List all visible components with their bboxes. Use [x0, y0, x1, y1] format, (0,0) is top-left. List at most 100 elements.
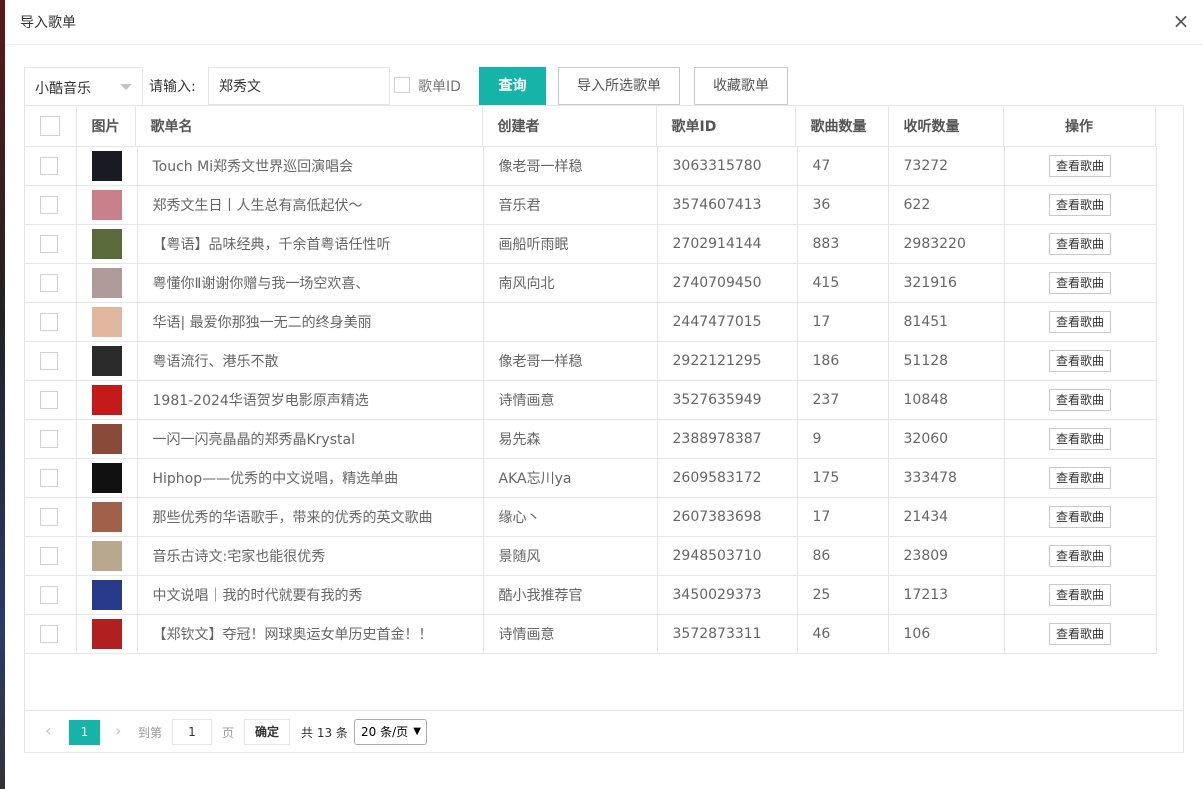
row-listen-count: 333478 [888, 458, 1005, 498]
header-image: 图片 [76, 106, 136, 147]
row-checkbox[interactable] [40, 352, 58, 370]
row-playlist-id: 2607383698 [657, 497, 798, 537]
row-creator: 像老哥一样稳 [483, 146, 658, 186]
favorite-playlist-button[interactable]: 收藏歌单 [694, 67, 788, 105]
prev-page-icon[interactable]: ‹ [45, 721, 51, 740]
row-image-cell [76, 146, 138, 186]
header-playlist-id: 歌单ID [656, 106, 796, 147]
view-songs-button[interactable]: 查看歌曲 [1048, 506, 1111, 528]
row-listen-count: 17213 [888, 575, 1005, 615]
row-checkbox[interactable] [40, 625, 58, 643]
total-count: 共 13 条 [301, 726, 348, 740]
goto-page-input[interactable]: 1 [172, 719, 212, 745]
row-action-cell: 查看歌曲 [1004, 341, 1157, 381]
row-listen-count: 21434 [888, 497, 1005, 537]
table-row: 那些优秀的华语歌手，带来的优秀的英文歌曲 缘心丶 2607383698 17 21434… [25, 497, 1157, 537]
table-row: 华语| 最爱你那独一无二的终身美丽 2447477015 17 81451 查看歌曲 [25, 302, 1157, 342]
table-row: 粤语流行、港乐不散 像老哥一样稳 2922121295 186 51128 查看歌曲 [25, 341, 1157, 381]
row-checkbox[interactable] [40, 313, 58, 331]
row-playlist-name: Touch Mi郑秀文世界巡回演唱会 [137, 146, 484, 186]
header-song-count: 歌曲数量 [795, 106, 889, 147]
music-source-select[interactable]: 小酷音乐 [24, 67, 143, 105]
music-source-value: 小酷音乐 [35, 81, 91, 97]
row-checkbox[interactable] [40, 586, 58, 604]
view-songs-button[interactable]: 查看歌曲 [1048, 584, 1111, 606]
row-action-cell: 查看歌曲 [1004, 146, 1157, 186]
pagination: ‹ 1 › 到第 1 页 确定 共 13 条 20 条/页 ▼ [25, 710, 1183, 752]
table-header: 图片 歌单名 创建者 歌单ID 歌曲数量 收听数量 操作 [25, 106, 1156, 147]
row-checkbox[interactable] [40, 547, 58, 565]
row-playlist-name: 那些优秀的华语歌手，带来的优秀的英文歌曲 [137, 497, 484, 537]
row-checkbox[interactable] [40, 196, 58, 214]
row-listen-count: 106 [888, 614, 1005, 654]
view-songs-button[interactable]: 查看歌曲 [1048, 311, 1111, 333]
playlist-id-checkbox-label[interactable]: 歌单ID [418, 76, 461, 96]
row-song-count: 36 [797, 185, 889, 225]
row-action-cell: 查看歌曲 [1004, 263, 1157, 303]
view-songs-button[interactable]: 查看歌曲 [1048, 350, 1111, 372]
row-image-cell [76, 380, 138, 420]
row-creator [483, 302, 658, 342]
goto-label: 到第 [138, 726, 163, 740]
page-1-button[interactable]: 1 [69, 720, 100, 745]
page-size-select[interactable]: 20 条/页 ▼ [354, 719, 427, 745]
row-action-cell: 查看歌曲 [1004, 302, 1157, 342]
table-row: 中文说唱｜我的时代就要有我的秀 酷小我推荐官 3450029373 25 17213 查看… [25, 575, 1157, 615]
row-select-cell [25, 419, 77, 459]
row-playlist-id: 2609583172 [657, 458, 798, 498]
import-selected-button[interactable]: 导入所选歌单 [558, 67, 680, 105]
row-playlist-id: 2948503710 [657, 536, 798, 576]
view-songs-button[interactable]: 查看歌曲 [1048, 428, 1111, 450]
header-creator: 创建者 [482, 106, 657, 147]
row-checkbox[interactable] [40, 430, 58, 448]
row-listen-count: 73272 [888, 146, 1005, 186]
row-checkbox[interactable] [40, 391, 58, 409]
close-icon[interactable]: × [1171, 11, 1191, 32]
view-songs-button[interactable]: 查看歌曲 [1048, 623, 1111, 645]
view-songs-button[interactable]: 查看歌曲 [1048, 194, 1111, 216]
chevron-down-icon [120, 84, 132, 90]
view-songs-button[interactable]: 查看歌曲 [1048, 233, 1111, 255]
row-image-cell [76, 497, 138, 537]
row-creator: 易先森 [483, 419, 658, 459]
row-select-cell [25, 575, 77, 615]
playlist-id-checkbox[interactable] [394, 77, 410, 93]
row-playlist-id: 3574607413 [657, 185, 798, 225]
row-checkbox[interactable] [40, 156, 58, 175]
row-action-cell: 查看歌曲 [1004, 458, 1157, 498]
row-playlist-name: 音乐古诗文:宅家也能很优秀 [137, 536, 484, 576]
view-songs-button[interactable]: 查看歌曲 [1048, 389, 1111, 411]
row-playlist-name: 粤语流行、港乐不散 [137, 341, 484, 381]
row-playlist-id: 2740709450 [657, 263, 798, 303]
row-checkbox[interactable] [40, 274, 58, 292]
row-image-cell [76, 263, 138, 303]
playlist-cover-image [91, 229, 122, 259]
row-listen-count: 23809 [888, 536, 1005, 576]
view-songs-button[interactable]: 查看歌曲 [1048, 467, 1111, 489]
row-song-count: 415 [797, 263, 889, 303]
row-playlist-name: 【粤语】品味经典，千余首粤语任性听 [137, 224, 484, 264]
row-checkbox[interactable] [40, 508, 58, 526]
goto-confirm-button[interactable]: 确定 [244, 719, 290, 745]
row-creator: 画船听雨眠 [483, 224, 658, 264]
row-checkbox[interactable] [40, 235, 58, 253]
view-songs-button[interactable]: 查看歌曲 [1048, 545, 1111, 567]
row-listen-count: 321916 [888, 263, 1005, 303]
row-listen-count: 2983220 [888, 224, 1005, 264]
row-song-count: 17 [797, 497, 889, 537]
row-playlist-id: 2388978387 [657, 419, 798, 459]
row-action-cell: 查看歌曲 [1004, 185, 1157, 225]
row-image-cell [76, 185, 138, 225]
row-checkbox[interactable] [40, 469, 58, 487]
row-select-cell [25, 224, 77, 264]
search-toolbar: 小酷音乐 请输入: 歌单ID 查询 导入所选歌单 收藏歌单 [24, 67, 1194, 105]
header-listen-count: 收听数量 [888, 106, 1004, 147]
query-button[interactable]: 查询 [479, 67, 546, 105]
table-row: 音乐古诗文:宅家也能很优秀 景随风 2948503710 86 23809 查看歌曲 [25, 536, 1157, 576]
select-all-checkbox[interactable] [40, 115, 60, 136]
search-input[interactable] [208, 67, 390, 105]
next-page-icon[interactable]: › [115, 721, 121, 740]
view-songs-button[interactable]: 查看歌曲 [1048, 154, 1111, 177]
select-all-cell [25, 106, 77, 147]
view-songs-button[interactable]: 查看歌曲 [1048, 272, 1111, 294]
